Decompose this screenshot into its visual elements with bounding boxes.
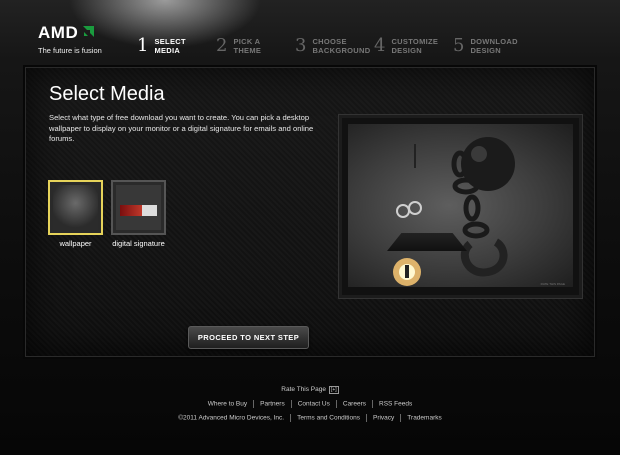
rate-link[interactable]: Rate This Page xyxy=(281,386,326,393)
monitor-preview: RATE THIS PAGE xyxy=(339,115,582,298)
tagline: The future is fusion xyxy=(38,46,102,55)
footer-link-contact-us[interactable]: Contact Us xyxy=(298,401,330,408)
step-number: 1 xyxy=(137,35,149,56)
ball-and-chain-illustration xyxy=(393,137,515,286)
wallpaper-thumbnail xyxy=(53,185,98,230)
monitor-caption: RATE THIS PAGE xyxy=(540,282,565,286)
divider xyxy=(365,414,367,422)
logo-text: AMD xyxy=(38,23,79,42)
divider xyxy=(400,414,402,422)
rate-this-page[interactable]: Rate This Page [+] xyxy=(0,386,620,394)
digital-signature-label[interactable]: digital signature xyxy=(106,239,171,248)
digital-signature-option[interactable] xyxy=(111,180,166,235)
footer-link-where-to-buy[interactable]: Where to Buy xyxy=(208,401,247,408)
wallpaper-label[interactable]: wallpaper xyxy=(48,239,103,248)
amd-logo[interactable]: AMD The future is fusion xyxy=(38,23,118,55)
page-description: Select what type of free download you wa… xyxy=(49,113,314,143)
footer-links-primary: Where to Buy Partners Contact Us Careers RSS… xyxy=(0,400,620,408)
step-number: 3 xyxy=(295,35,307,56)
copyright: ©2011 Advanced Micro Devices, Inc. xyxy=(178,414,285,422)
main-panel: Select Media Select what type of free do… xyxy=(25,67,595,357)
step-3[interactable]: 3 CHOOSE BACKGROUND xyxy=(295,37,374,55)
divider xyxy=(290,400,292,408)
divider xyxy=(253,400,255,408)
proceed-button[interactable]: PROCEED TO NEXT STEP xyxy=(188,326,309,349)
step-4[interactable]: 4 CUSTOMIZE DESIGN xyxy=(374,37,453,55)
step-label: CHOOSE BACKGROUND xyxy=(312,37,371,55)
footer-link-trademarks[interactable]: Trademarks xyxy=(407,415,441,422)
wallpaper-option[interactable] xyxy=(48,180,103,235)
footer-link-careers[interactable]: Careers xyxy=(343,401,366,408)
step-label: DOWNLOAD DESIGN xyxy=(470,37,518,55)
signature-thumbnail xyxy=(116,185,161,230)
divider xyxy=(335,400,337,408)
step-1[interactable]: 1 SELECT MEDIA xyxy=(137,37,216,55)
footer-link-rss-feeds[interactable]: RSS Feeds xyxy=(379,401,412,408)
step-number: 5 xyxy=(453,35,465,56)
footer-link-privacy[interactable]: Privacy xyxy=(373,415,394,422)
step-label: PICK A THEME xyxy=(233,37,262,55)
wallpaper-preview-image: RATE THIS PAGE xyxy=(348,124,573,287)
footer-link-terms[interactable]: Terms and Conditions xyxy=(297,415,360,422)
signature-banner xyxy=(120,205,157,216)
divider xyxy=(290,414,292,422)
amd-arrow-icon xyxy=(80,26,95,40)
step-label: CUSTOMIZE DESIGN xyxy=(391,37,439,55)
footer-links-legal: ©2011 Advanced Micro Devices, Inc. Terms … xyxy=(0,414,620,422)
step-2[interactable]: 2 PICK A THEME xyxy=(216,37,295,55)
page-title: Select Media xyxy=(49,83,165,105)
step-navigation: 1 SELECT MEDIA 2 PICK A THEME 3 CHOOSE B… xyxy=(137,37,532,55)
step-label: SELECT MEDIA xyxy=(154,37,186,55)
footer-link-partners[interactable]: Partners xyxy=(260,401,285,408)
step-number: 2 xyxy=(216,35,228,56)
plus-icon[interactable]: [+] xyxy=(328,386,339,394)
step-5[interactable]: 5 DOWNLOAD DESIGN xyxy=(453,37,532,55)
divider xyxy=(372,400,373,408)
step-number: 4 xyxy=(374,35,386,56)
